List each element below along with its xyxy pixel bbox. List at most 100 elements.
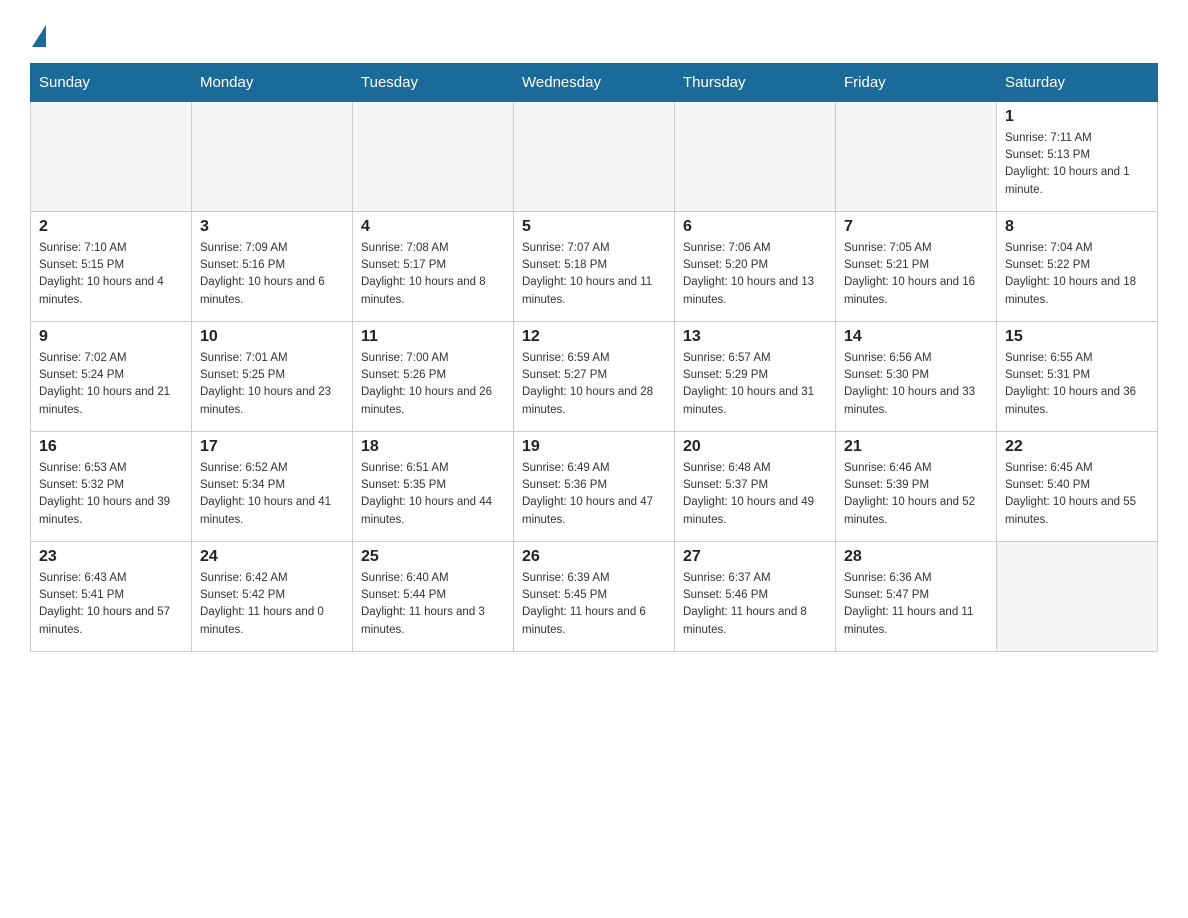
calendar-cell: 12 Sunrise: 6:59 AMSunset: 5:27 PMDayligh… [514, 321, 675, 431]
day-info: Sunrise: 6:37 AMSunset: 5:46 PMDaylight:… [683, 570, 827, 639]
day-info: Sunrise: 6:43 AMSunset: 5:41 PMDaylight:… [39, 570, 183, 639]
day-number: 4 [361, 218, 505, 236]
day-info: Sunrise: 7:01 AMSunset: 5:25 PMDaylight:… [200, 350, 344, 419]
day-header-friday: Friday [836, 63, 997, 101]
calendar-cell: 7 Sunrise: 7:05 AMSunset: 5:21 PMDaylight… [836, 211, 997, 321]
calendar-cell: 28 Sunrise: 6:36 AMSunset: 5:47 PMDayligh… [836, 541, 997, 651]
calendar-cell: 24 Sunrise: 6:42 AMSunset: 5:42 PMDayligh… [192, 541, 353, 651]
calendar-cell [997, 541, 1158, 651]
day-number: 25 [361, 548, 505, 566]
day-number: 9 [39, 328, 183, 346]
calendar-cell [192, 101, 353, 211]
day-number: 10 [200, 328, 344, 346]
day-info: Sunrise: 7:05 AMSunset: 5:21 PMDaylight:… [844, 240, 988, 309]
calendar-cell [675, 101, 836, 211]
day-info: Sunrise: 6:49 AMSunset: 5:36 PMDaylight:… [522, 460, 666, 529]
day-number: 1 [1005, 108, 1149, 126]
calendar-cell: 16 Sunrise: 6:53 AMSunset: 5:32 PMDayligh… [31, 431, 192, 541]
day-headers-row: SundayMondayTuesdayWednesdayThursdayFrid… [31, 63, 1158, 101]
calendar-cell [353, 101, 514, 211]
calendar-cell: 14 Sunrise: 6:56 AMSunset: 5:30 PMDayligh… [836, 321, 997, 431]
logo [30, 20, 46, 43]
calendar-header: SundayMondayTuesdayWednesdayThursdayFrid… [31, 63, 1158, 101]
day-info: Sunrise: 6:52 AMSunset: 5:34 PMDaylight:… [200, 460, 344, 529]
calendar-cell: 17 Sunrise: 6:52 AMSunset: 5:34 PMDayligh… [192, 431, 353, 541]
day-info: Sunrise: 6:36 AMSunset: 5:47 PMDaylight:… [844, 570, 988, 639]
week-row-2: 2Sunrise: 7:10 AMSunset: 5:15 PMDaylight… [31, 211, 1158, 321]
day-info: Sunrise: 6:48 AMSunset: 5:37 PMDaylight:… [683, 460, 827, 529]
calendar-cell: 23 Sunrise: 6:43 AMSunset: 5:41 PMDayligh… [31, 541, 192, 651]
day-number: 12 [522, 328, 666, 346]
day-info: Sunrise: 6:40 AMSunset: 5:44 PMDaylight:… [361, 570, 505, 639]
calendar-cell: 6 Sunrise: 7:06 AMSunset: 5:20 PMDaylight… [675, 211, 836, 321]
day-number: 14 [844, 328, 988, 346]
day-number: 8 [1005, 218, 1149, 236]
day-number: 27 [683, 548, 827, 566]
calendar-cell: 11 Sunrise: 7:00 AMSunset: 5:26 PMDayligh… [353, 321, 514, 431]
calendar-cell: 27 Sunrise: 6:37 AMSunset: 5:46 PMDayligh… [675, 541, 836, 651]
calendar-cell: 18 Sunrise: 6:51 AMSunset: 5:35 PMDayligh… [353, 431, 514, 541]
logo-wordmark [30, 20, 46, 43]
page-header [30, 20, 1158, 43]
day-info: Sunrise: 7:11 AMSunset: 5:13 PMDaylight:… [1005, 130, 1149, 199]
day-number: 15 [1005, 328, 1149, 346]
day-number: 11 [361, 328, 505, 346]
calendar-cell [31, 101, 192, 211]
day-info: Sunrise: 7:07 AMSunset: 5:18 PMDaylight:… [522, 240, 666, 309]
day-header-monday: Monday [192, 63, 353, 101]
calendar-cell: 15 Sunrise: 6:55 AMSunset: 5:31 PMDayligh… [997, 321, 1158, 431]
calendar-cell: 20 Sunrise: 6:48 AMSunset: 5:37 PMDayligh… [675, 431, 836, 541]
day-info: Sunrise: 7:04 AMSunset: 5:22 PMDaylight:… [1005, 240, 1149, 309]
calendar-cell: 2Sunrise: 7:10 AMSunset: 5:15 PMDaylight… [31, 211, 192, 321]
day-number: 22 [1005, 438, 1149, 456]
week-row-4: 16 Sunrise: 6:53 AMSunset: 5:32 PMDayligh… [31, 431, 1158, 541]
day-number: 20 [683, 438, 827, 456]
day-info: Sunrise: 7:08 AMSunset: 5:17 PMDaylight:… [361, 240, 505, 309]
calendar-cell: 25 Sunrise: 6:40 AMSunset: 5:44 PMDayligh… [353, 541, 514, 651]
day-number: 26 [522, 548, 666, 566]
calendar-cell: 4 Sunrise: 7:08 AMSunset: 5:17 PMDaylight… [353, 211, 514, 321]
day-info: Sunrise: 6:51 AMSunset: 5:35 PMDaylight:… [361, 460, 505, 529]
calendar-cell: 19 Sunrise: 6:49 AMSunset: 5:36 PMDayligh… [514, 431, 675, 541]
day-number: 18 [361, 438, 505, 456]
calendar-cell: 1 Sunrise: 7:11 AMSunset: 5:13 PMDaylight… [997, 101, 1158, 211]
day-number: 21 [844, 438, 988, 456]
calendar-table: SundayMondayTuesdayWednesdayThursdayFrid… [30, 63, 1158, 652]
day-number: 5 [522, 218, 666, 236]
day-info: Sunrise: 6:57 AMSunset: 5:29 PMDaylight:… [683, 350, 827, 419]
day-number: 19 [522, 438, 666, 456]
day-info: Sunrise: 7:00 AMSunset: 5:26 PMDaylight:… [361, 350, 505, 419]
calendar-cell [514, 101, 675, 211]
day-number: 6 [683, 218, 827, 236]
logo-triangle-icon [32, 25, 46, 47]
day-info: Sunrise: 6:59 AMSunset: 5:27 PMDaylight:… [522, 350, 666, 419]
day-info: Sunrise: 7:10 AMSunset: 5:15 PMDaylight:… [39, 240, 183, 309]
day-header-tuesday: Tuesday [353, 63, 514, 101]
calendar-cell: 13 Sunrise: 6:57 AMSunset: 5:29 PMDayligh… [675, 321, 836, 431]
calendar-body: 1 Sunrise: 7:11 AMSunset: 5:13 PMDaylight… [31, 101, 1158, 651]
day-info: Sunrise: 6:56 AMSunset: 5:30 PMDaylight:… [844, 350, 988, 419]
day-number: 28 [844, 548, 988, 566]
day-info: Sunrise: 6:53 AMSunset: 5:32 PMDaylight:… [39, 460, 183, 529]
calendar-cell: 10 Sunrise: 7:01 AMSunset: 5:25 PMDayligh… [192, 321, 353, 431]
day-number: 7 [844, 218, 988, 236]
day-header-sunday: Sunday [31, 63, 192, 101]
day-info: Sunrise: 6:55 AMSunset: 5:31 PMDaylight:… [1005, 350, 1149, 419]
day-number: 16 [39, 438, 183, 456]
calendar-cell: 3 Sunrise: 7:09 AMSunset: 5:16 PMDaylight… [192, 211, 353, 321]
day-number: 13 [683, 328, 827, 346]
calendar-cell: 8 Sunrise: 7:04 AMSunset: 5:22 PMDaylight… [997, 211, 1158, 321]
day-info: Sunrise: 7:09 AMSunset: 5:16 PMDaylight:… [200, 240, 344, 309]
day-number: 17 [200, 438, 344, 456]
calendar-cell: 22 Sunrise: 6:45 AMSunset: 5:40 PMDayligh… [997, 431, 1158, 541]
day-number: 24 [200, 548, 344, 566]
week-row-1: 1 Sunrise: 7:11 AMSunset: 5:13 PMDaylight… [31, 101, 1158, 211]
calendar-cell [836, 101, 997, 211]
day-number: 23 [39, 548, 183, 566]
day-info: Sunrise: 7:02 AMSunset: 5:24 PMDaylight:… [39, 350, 183, 419]
day-info: Sunrise: 6:45 AMSunset: 5:40 PMDaylight:… [1005, 460, 1149, 529]
day-info: Sunrise: 7:06 AMSunset: 5:20 PMDaylight:… [683, 240, 827, 309]
day-info: Sunrise: 6:42 AMSunset: 5:42 PMDaylight:… [200, 570, 344, 639]
day-info: Sunrise: 6:46 AMSunset: 5:39 PMDaylight:… [844, 460, 988, 529]
day-number: 3 [200, 218, 344, 236]
